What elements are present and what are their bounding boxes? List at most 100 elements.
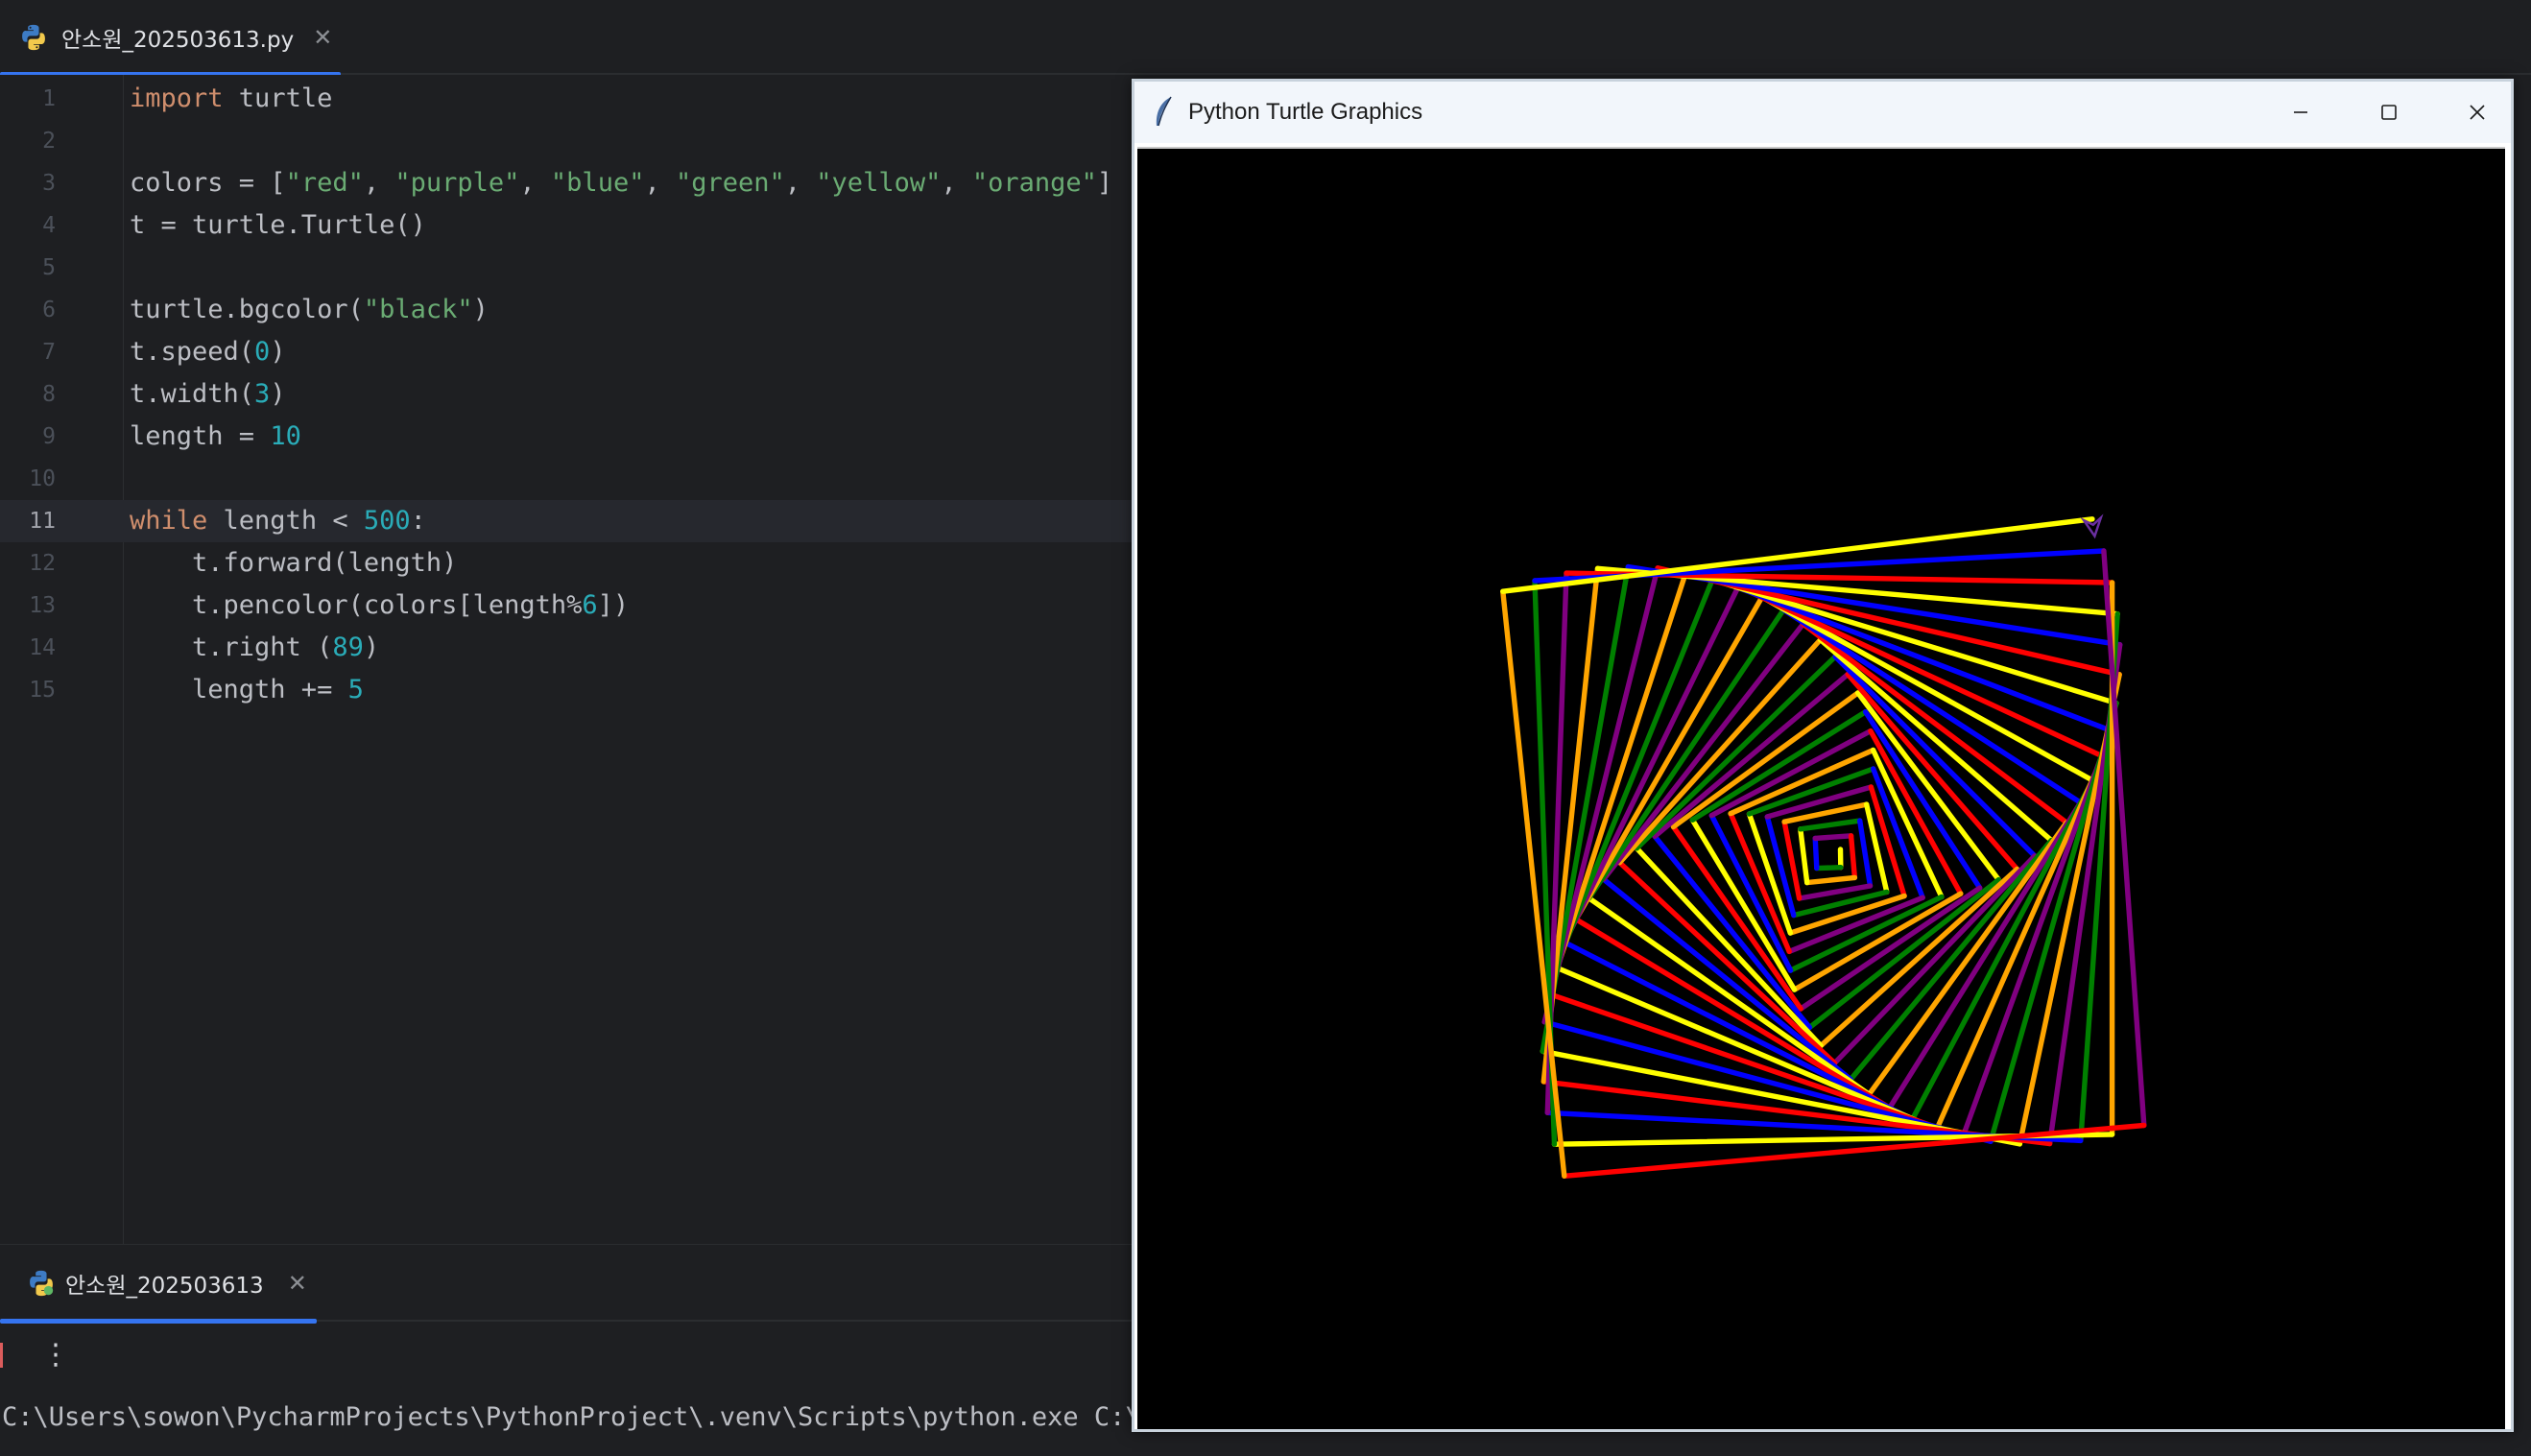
line-number: 11 — [0, 500, 56, 542]
turtle-line-segment — [1851, 836, 1855, 878]
code-line[interactable]: 14 t.right (89) — [0, 627, 1133, 669]
code-token: length = — [130, 421, 270, 451]
code-text: turtle.bgcolor("black") — [130, 289, 489, 331]
code-text: t.right (89) — [130, 627, 379, 669]
line-number: 6 — [0, 289, 56, 331]
line-number: 3 — [0, 162, 56, 204]
line-number: 4 — [0, 204, 56, 247]
code-text: t.pencolor(colors[length%6]) — [130, 585, 629, 627]
more-vertical-icon[interactable]: ⋮ — [38, 1333, 73, 1377]
code-line[interactable]: 9length = 10 — [0, 416, 1133, 458]
code-text: while length < 500: — [130, 500, 426, 542]
code-token: "green" — [676, 168, 785, 198]
turtle-graphics-window[interactable]: Python Turtle Graphics — [1132, 79, 2514, 1432]
code-token: "orange" — [972, 168, 1097, 198]
turtle-line-segment — [1762, 597, 2092, 780]
code-token: 3 — [254, 379, 270, 409]
code-line[interactable]: 1import turtle — [0, 78, 1133, 120]
code-token: "blue" — [551, 168, 645, 198]
turtle-canvas[interactable] — [1137, 149, 2505, 1431]
line-number: 2 — [0, 120, 56, 162]
code-line[interactable]: 2 — [0, 120, 1133, 162]
code-token: turtle.bgcolor( — [130, 295, 364, 324]
run-tab-bar: 안소원_202503613 ✕ — [0, 1245, 1133, 1322]
line-number: 8 — [0, 373, 56, 416]
console-line: C:\Users\sowon\PycharmProjects\PythonPro… — [2, 1396, 1133, 1439]
close-icon[interactable]: ✕ — [288, 1270, 307, 1297]
turtle-line-segment — [1807, 877, 1855, 882]
code-token: ) — [364, 633, 379, 662]
code-token: 5 — [348, 675, 364, 704]
line-number: 5 — [0, 247, 56, 289]
minimize-icon — [2286, 98, 2315, 127]
code-line[interactable]: 10 — [0, 458, 1133, 500]
code-line[interactable]: 12 t.forward(length) — [0, 542, 1133, 585]
code-line[interactable]: 5 — [0, 247, 1133, 289]
turtle-line-segment — [1860, 821, 1871, 886]
code-token: t.width( — [130, 379, 254, 409]
code-line[interactable]: 3colors = ["red", "purple", "blue", "gre… — [0, 162, 1133, 204]
code-token: while — [130, 506, 207, 536]
code-token: "purple" — [394, 168, 519, 198]
stop-indicator — [0, 1343, 3, 1368]
code-editor[interactable]: 1import turtle23colors = ["red", "purple… — [0, 75, 1133, 1244]
line-number: 10 — [0, 458, 56, 500]
code-line[interactable]: 7 t.speed(0) — [0, 331, 1133, 373]
code-text: length = 10 — [130, 416, 301, 458]
code-token: "yellow" — [816, 168, 941, 198]
maximize-button[interactable] — [2346, 82, 2432, 143]
code-text: import turtle — [130, 78, 332, 120]
close-icon[interactable]: ✕ — [313, 24, 332, 51]
feather-icon — [1150, 95, 1179, 130]
turtle-line-segment — [1801, 829, 1807, 883]
code-token: length < — [207, 506, 364, 536]
code-token: ) — [270, 379, 285, 409]
code-token: t = turtle.Turtle() — [130, 210, 426, 240]
turtle-line-segment — [1801, 821, 1860, 829]
code-line[interactable]: 6 turtle.bgcolor("black") — [0, 289, 1133, 331]
close-icon — [2463, 98, 2492, 127]
code-line[interactable]: 8 t.width(3) — [0, 373, 1133, 416]
close-button[interactable] — [2434, 82, 2514, 143]
editor-tab-bar: 안소원_202503613.py ✕ — [0, 0, 2531, 75]
run-tab-label: 안소원_202503613 — [65, 1267, 264, 1300]
code-token: ] — [1097, 168, 1112, 198]
console-output[interactable]: C:\Users\sowon\PycharmProjects\PythonPro… — [0, 1387, 1133, 1456]
turtle-line-segment — [1912, 780, 2092, 1119]
window-title: Python Turtle Graphics — [1188, 82, 1422, 143]
code-token: , — [519, 168, 551, 198]
code-line[interactable]: 13 t.pencolor(colors[length%6]) — [0, 585, 1133, 627]
turtle-line-segment — [1815, 838, 1817, 868]
python-icon — [19, 23, 48, 52]
code-token: ) — [473, 295, 489, 324]
code-token: import — [130, 84, 224, 113]
code-token: 0 — [254, 337, 270, 367]
minimize-button[interactable] — [2257, 82, 2344, 143]
code-text: t.speed(0) — [130, 331, 286, 373]
code-line[interactable]: 15 length += 5 — [0, 669, 1133, 711]
code-token: : — [411, 506, 426, 536]
code-line[interactable]: 4 t = turtle.Turtle() — [0, 204, 1133, 247]
editor-tab[interactable]: 안소원_202503613.py ✕ — [0, 0, 341, 75]
code-token: t.speed( — [130, 337, 254, 367]
code-token: colors = [ — [130, 168, 286, 198]
window-title-bar[interactable]: Python Turtle Graphics — [1134, 82, 2511, 143]
pycharm-window: 안소원_202503613.py ✕ 1import turtle23color… — [0, 0, 2531, 1455]
code-line[interactable]: 11 while length < 500: — [0, 500, 1133, 542]
maximize-icon — [2375, 98, 2403, 127]
turtle-line-segment — [1674, 827, 1802, 1010]
run-tab[interactable]: 안소원_202503613 ✕ — [0, 1245, 317, 1322]
code-token: ) — [270, 337, 285, 367]
line-number: 7 — [0, 331, 56, 373]
code-token: 10 — [270, 421, 301, 451]
line-number: 13 — [0, 585, 56, 627]
code-text: t = turtle.Turtle() — [130, 204, 426, 247]
code-text: length += 5 — [130, 669, 364, 711]
code-token: t.right ( — [130, 633, 332, 662]
turtle-canvas-frame — [1137, 147, 2505, 1431]
code-token: 500 — [364, 506, 411, 536]
code-token: ]) — [598, 590, 630, 620]
code-token: t.pencolor(colors[length% — [130, 590, 582, 620]
code-token: , — [785, 168, 817, 198]
line-number: 15 — [0, 669, 56, 711]
